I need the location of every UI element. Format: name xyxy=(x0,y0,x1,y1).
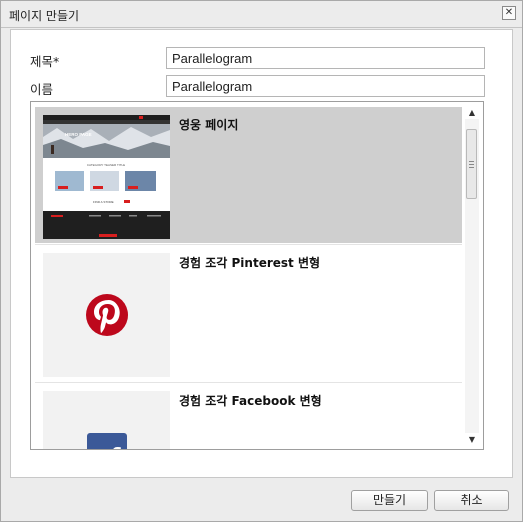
svg-text:f: f xyxy=(109,442,121,450)
create-button[interactable]: 만들기 xyxy=(351,490,428,511)
dialog-body: 제목* 이름 HERO PAGE xyxy=(10,29,513,478)
hero-text: HERO PAGE xyxy=(65,132,92,137)
grip-line xyxy=(469,161,474,162)
scroll-thumb[interactable] xyxy=(466,129,477,199)
grip-line xyxy=(469,167,474,168)
template-item-pinterest[interactable]: 경험 조각 Pinterest 변형 xyxy=(35,245,462,381)
close-icon[interactable]: ✕ xyxy=(502,6,516,20)
facebook-icon: f xyxy=(87,433,127,450)
category-text: CATEGORY TEASER TITLE xyxy=(87,163,125,167)
title-label: 제목* xyxy=(30,54,60,69)
dialog-footer: 만들기 취소 xyxy=(1,479,522,523)
dialog-title: 페이지 만들기 xyxy=(9,9,80,23)
cancel-button[interactable]: 취소 xyxy=(434,490,509,511)
pinterest-icon xyxy=(86,294,128,336)
scroll-track[interactable] xyxy=(465,119,479,433)
template-title: 영웅 페이지 xyxy=(179,118,239,132)
template-list-scrollbar[interactable]: ▲ ▼ xyxy=(465,107,479,445)
create-page-dialog: 페이지 만들기 ✕ 제목* 이름 xyxy=(0,0,523,522)
template-title: 경험 조각 Pinterest 변형 xyxy=(179,256,321,270)
template-item-hero-page[interactable]: HERO PAGE CATEGORY TEASER TITLE FIND A S… xyxy=(35,107,462,243)
name-input[interactable] xyxy=(166,75,485,97)
dialog-titlebar[interactable]: 페이지 만들기 ✕ xyxy=(1,1,522,28)
name-label: 이름 xyxy=(30,82,54,97)
scroll-up-icon[interactable]: ▲ xyxy=(465,107,479,118)
title-input[interactable] xyxy=(166,47,485,69)
find-store-text: FIND A STORE xyxy=(93,200,114,204)
grip-line xyxy=(469,164,474,165)
template-list: HERO PAGE CATEGORY TEASER TITLE FIND A S… xyxy=(30,101,484,450)
hero-page-thumbnail: HERO PAGE CATEGORY TEASER TITLE FIND A S… xyxy=(43,115,170,239)
facebook-thumbnail: f xyxy=(43,391,170,450)
pinterest-thumbnail xyxy=(43,253,170,377)
scroll-down-icon[interactable]: ▼ xyxy=(465,434,479,445)
template-title: 경험 조각 Facebook 변형 xyxy=(179,394,322,408)
template-item-facebook[interactable]: f 경험 조각 Facebook 변형 xyxy=(35,383,462,450)
